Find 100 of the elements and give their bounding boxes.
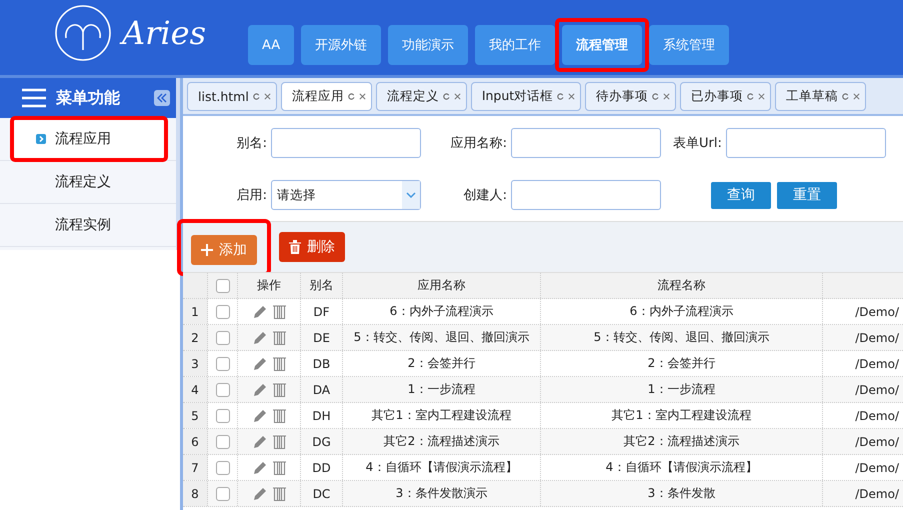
row-number: 8 <box>183 481 208 506</box>
table-cell: 4：自循环【请假演示流程】 <box>343 455 541 480</box>
refresh-icon[interactable] <box>652 92 660 100</box>
table-cell: 2：会签并行 <box>343 351 541 376</box>
sidebar-title: 菜单功能 <box>56 88 121 108</box>
table-cell: 4：自循环【请假演示流程】 <box>541 455 823 480</box>
chevron-icon <box>36 134 46 144</box>
row-number: 5 <box>183 403 208 428</box>
refresh-icon[interactable] <box>442 92 450 100</box>
row-checkbox[interactable] <box>216 460 230 474</box>
row-checkbox[interactable] <box>216 434 230 448</box>
row-checkbox[interactable] <box>216 356 230 370</box>
refresh-icon[interactable] <box>557 92 564 100</box>
row-number: 6 <box>183 429 208 454</box>
row-checkbox[interactable] <box>216 304 230 318</box>
close-icon[interactable] <box>358 92 366 100</box>
table-cell-text: /Demo/ <box>854 356 900 372</box>
pencil-icon[interactable] <box>252 486 266 500</box>
trash-icon[interactable] <box>272 304 286 318</box>
row-checkbox[interactable] <box>216 408 230 422</box>
input-field[interactable] <box>726 128 886 158</box>
input-field[interactable] <box>271 128 421 158</box>
sidebar-item[interactable]: 流程应用 <box>10 116 168 162</box>
select-all-checkbox[interactable] <box>216 278 230 292</box>
sidebar-item[interactable]: 流程定义 <box>10 159 168 205</box>
table-cell-text: /Demo/ <box>854 486 900 502</box>
refresh-icon[interactable] <box>252 92 260 100</box>
table-cell: 其它2：流程描述演示 <box>343 429 541 454</box>
row-number: 7 <box>183 455 208 480</box>
trash-icon[interactable] <box>272 486 286 500</box>
page-tab[interactable]: list.html <box>187 82 277 110</box>
pencil-icon[interactable] <box>252 330 266 344</box>
page-tab[interactable]: 流程定义 <box>376 82 467 110</box>
caret-icon <box>406 192 416 198</box>
trash-icon[interactable] <box>272 356 286 370</box>
delete-button[interactable]: 删除 <box>279 232 345 262</box>
row-number: 1 <box>183 299 208 324</box>
row-checkbox[interactable] <box>216 382 230 396</box>
field-label: 创建人: <box>462 187 507 204</box>
table-cell: DE <box>301 325 343 350</box>
table-cell: DB <box>301 351 343 376</box>
column-header: 别名 <box>301 273 343 298</box>
table-cell-text: /Demo/ <box>854 304 900 320</box>
trash-icon <box>289 240 301 254</box>
table-cell: 其它2：流程描述演示 <box>541 429 823 454</box>
collapse-icon[interactable] <box>154 90 170 106</box>
select-field[interactable]: 请选择 <box>271 180 421 210</box>
reset-button[interactable]: 重置 <box>777 182 837 208</box>
close-icon[interactable] <box>853 92 860 100</box>
input-field[interactable] <box>511 128 661 158</box>
close-icon[interactable] <box>454 92 461 100</box>
table-cell: 1：一步流程 <box>541 377 823 402</box>
page-tab[interactable]: 工单草稿 <box>775 82 866 110</box>
table-cell-text: /Demo/ <box>854 382 900 398</box>
trash-icon[interactable] <box>272 382 286 396</box>
row-checkbox[interactable] <box>216 486 230 500</box>
row-number: 3 <box>183 351 208 376</box>
trash-icon[interactable] <box>272 330 286 344</box>
trash-icon[interactable] <box>272 434 286 448</box>
table-cell: DF <box>301 299 343 324</box>
close-icon[interactable] <box>663 92 670 100</box>
close-icon[interactable] <box>758 92 766 100</box>
page-tab[interactable]: 流程应用 <box>280 82 372 110</box>
table-cell: 3：条件发散 <box>541 481 823 506</box>
pencil-icon[interactable] <box>252 434 266 448</box>
close-icon[interactable] <box>568 92 576 100</box>
table-cell: DD <box>301 455 343 480</box>
table-cell-text: /Demo/ <box>854 460 900 476</box>
row-checkbox[interactable] <box>216 330 230 344</box>
row-number: 4 <box>183 377 208 402</box>
logo-text: Aries <box>122 14 206 52</box>
close-icon[interactable] <box>264 92 271 100</box>
pencil-icon[interactable] <box>252 408 266 422</box>
trash-icon[interactable] <box>272 460 286 474</box>
search-button[interactable]: 查询 <box>711 182 771 208</box>
table-cell: 6：内外子流程演示 <box>541 299 823 324</box>
table-cell: 2：会签并行 <box>541 351 823 376</box>
refresh-icon[interactable] <box>348 92 355 100</box>
pencil-icon[interactable] <box>252 356 266 370</box>
pencil-icon[interactable] <box>252 460 266 474</box>
menu-icon <box>22 88 46 108</box>
table-cell: 1：一步流程 <box>343 377 541 402</box>
row-number: 2 <box>183 325 208 350</box>
refresh-icon[interactable] <box>747 92 754 100</box>
input-field[interactable] <box>511 180 661 210</box>
page-tab[interactable]: 已办事项 <box>680 82 772 110</box>
refresh-icon[interactable] <box>842 92 850 100</box>
page-tab[interactable]: Input对话框 <box>470 82 582 110</box>
column-header: 应用名称 <box>343 273 541 298</box>
table-cell: DC <box>301 481 343 506</box>
field-label: 启用: <box>236 187 267 204</box>
page-tab[interactable]: 待办事项 <box>585 82 676 110</box>
field-label: 表单Url: <box>673 135 722 152</box>
pencil-icon[interactable] <box>252 304 266 318</box>
table-cell: 5：转交、传阅、退回、撤回演示 <box>541 325 823 350</box>
pencil-icon[interactable] <box>252 382 266 396</box>
trash-icon[interactable] <box>272 408 286 422</box>
sidebar-item[interactable]: 流程实例 <box>10 202 168 248</box>
table-cell: DG <box>301 429 343 454</box>
table-cell: 3：条件发散演示 <box>343 481 541 506</box>
